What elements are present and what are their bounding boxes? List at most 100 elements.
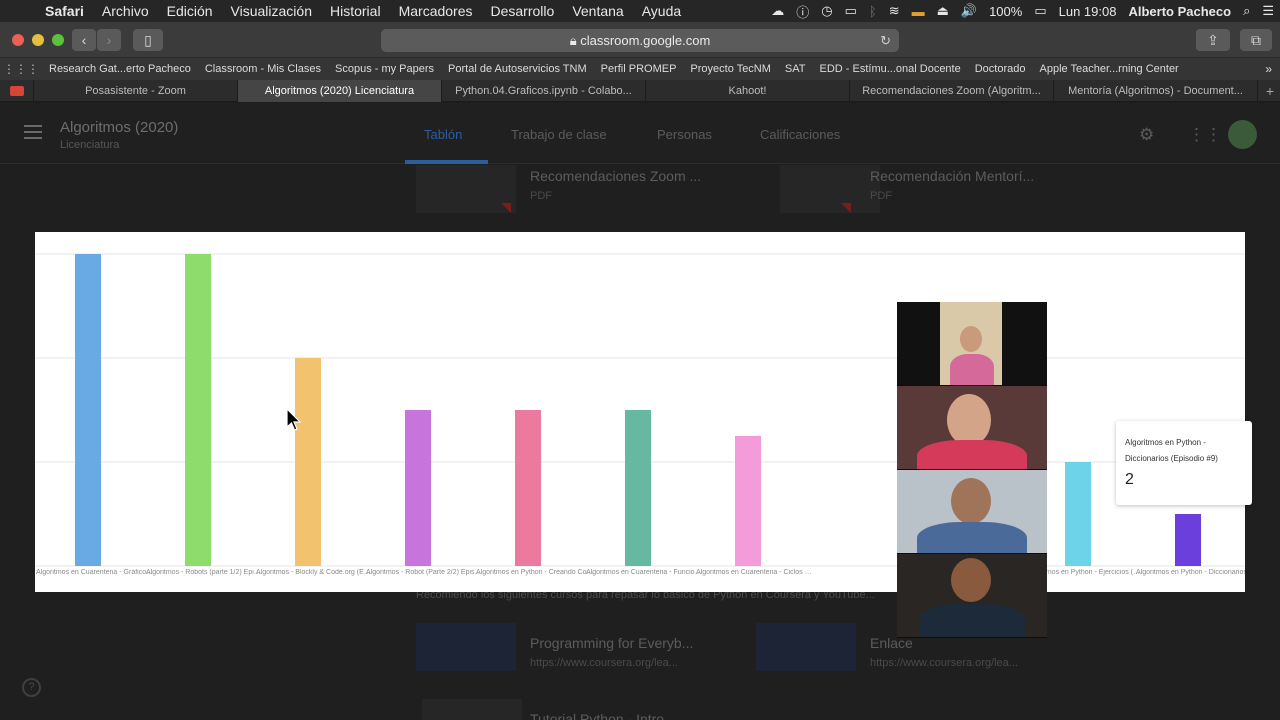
attachment-type: PDF [530, 190, 552, 202]
attachment-title[interactable]: Tutorial Python - Intro... [530, 711, 676, 720]
video-tile[interactable] [897, 302, 1047, 385]
chevron-right-icon: › [106, 32, 112, 48]
time-machine-icon[interactable]: ◷ [815, 3, 838, 19]
zoom-window-button[interactable] [52, 34, 64, 46]
menu-ventana[interactable]: Ventana [563, 0, 632, 22]
chart-bar[interactable] [625, 410, 651, 566]
bookmark-item[interactable]: Doctorado [968, 63, 1033, 75]
participant-body [917, 440, 1027, 469]
tab-classroom[interactable]: Algoritmos (2020) Licenciatura [238, 80, 442, 102]
chart-bar[interactable] [1175, 514, 1201, 566]
tab-mentoria[interactable]: Mentoría (Algoritmos) - Document... [1054, 80, 1258, 102]
chart-category-label: Algoritmos - Robot (Parte 2/2) Episodio … [366, 569, 484, 576]
back-button[interactable]: ‹ [72, 29, 96, 51]
battery-icon[interactable]: ▭ [1028, 3, 1052, 19]
zoom-video-panel[interactable] [897, 302, 1047, 638]
accessibility-icon[interactable]: ⓘ [790, 2, 815, 21]
volume-icon[interactable]: 🔊 [955, 3, 983, 19]
nav-calificaciones[interactable]: Calificaciones [760, 127, 840, 142]
chart-bar[interactable] [1065, 462, 1091, 566]
sidebar-icon: ▯ [144, 32, 152, 48]
menu-edicion[interactable]: Edición [158, 0, 222, 22]
tab-overview-button[interactable]: ⧉ [1240, 29, 1272, 51]
video-tile[interactable] [897, 554, 1047, 637]
attachment-title[interactable]: Recomendación Mentorí... [870, 168, 1034, 184]
attachment-title[interactable]: Recomendaciones Zoom ... [530, 168, 701, 184]
favorites-grid-icon[interactable]: ⋮⋮⋮ [0, 62, 42, 76]
chart-bar[interactable] [185, 254, 211, 566]
bookmark-item[interactable]: Perfil PROMEP [594, 63, 684, 75]
creative-cloud-icon[interactable]: ☁ [765, 3, 790, 19]
tab-gmail-pinned[interactable] [0, 80, 34, 102]
menu-app-name[interactable]: Safari [36, 0, 93, 22]
notification-center-icon[interactable]: ☰ [1256, 3, 1280, 19]
menu-ayuda[interactable]: Ayuda [633, 0, 690, 22]
bar-chart: Algoritmos en Cuarentena - Gráficos co..… [35, 232, 1245, 592]
main-menu-icon[interactable] [24, 125, 42, 139]
participant-face [951, 478, 991, 524]
attachment-title[interactable]: Programming for Everyb... [530, 635, 693, 651]
chart-bar[interactable] [515, 410, 541, 566]
tab-bar: Posasistente - Zoom Algoritmos (2020) Li… [0, 80, 1280, 102]
bookmark-item[interactable]: Research Gat...erto Pacheco [42, 63, 198, 75]
tab-kahoot[interactable]: Kahoot! [646, 80, 850, 102]
tab-zoom[interactable]: Posasistente - Zoom [34, 80, 238, 102]
video-tile[interactable] [897, 470, 1047, 553]
bookmark-item[interactable]: Classroom - Mis Clases [198, 63, 328, 75]
classroom-header: Algoritmos (2020) Licenciatura Tablón Tr… [0, 103, 1280, 164]
chart-bar[interactable] [405, 410, 431, 566]
chart-category-label: Algoritmos en Python - Diccionarios (E..… [1136, 569, 1245, 576]
bar-chart-svg [35, 253, 1245, 567]
attachment-url[interactable]: https://www.coursera.org/lea... [870, 657, 1018, 669]
bookmark-item[interactable]: Proyecto TecNM [683, 63, 778, 75]
menu-historial[interactable]: Historial [321, 0, 390, 22]
account-avatar[interactable] [1228, 120, 1257, 149]
airplay-icon[interactable]: ▭ [839, 3, 863, 19]
attachment-thumbnail[interactable] [422, 699, 522, 720]
chart-category-label: Algoritmos en Cuarentena - Gráficos co..… [36, 569, 154, 576]
chart-bar[interactable] [295, 358, 321, 566]
more-bookmarks-icon[interactable]: » [1265, 62, 1272, 76]
share-button[interactable]: ⇪ [1196, 29, 1230, 51]
menu-clock[interactable]: Lun 19:08 [1053, 4, 1123, 19]
sidebar-button[interactable]: ▯ [133, 29, 163, 51]
menu-desarrollo[interactable]: Desarrollo [482, 0, 564, 22]
minimize-window-button[interactable] [32, 34, 44, 46]
forward-button[interactable]: › [97, 29, 121, 51]
chart-bar[interactable] [75, 254, 101, 566]
chart-bar[interactable] [735, 436, 761, 566]
video-tile[interactable] [897, 386, 1047, 469]
menu-archivo[interactable]: Archivo [93, 0, 158, 22]
attachment-thumbnail[interactable] [756, 623, 856, 671]
active-nav-indicator [405, 160, 488, 164]
spotlight-search-icon[interactable]: ⌕ [1237, 3, 1256, 19]
new-tab-icon[interactable]: + [1266, 80, 1274, 102]
nav-trabajo-de-clase[interactable]: Trabajo de clase [511, 127, 607, 142]
reload-icon[interactable]: ↻ [880, 29, 891, 52]
nav-personas[interactable]: Personas [657, 127, 712, 142]
attachment-thumbnail[interactable] [416, 623, 516, 671]
bookmark-item[interactable]: SAT [778, 63, 813, 75]
input-flag-icon[interactable]: ▬ [906, 4, 931, 19]
wifi-icon[interactable]: ≋ [883, 3, 906, 19]
tab-colab[interactable]: Python.04.Graficos.ipynb - Colabo... [442, 80, 646, 102]
menu-marcadores[interactable]: Marcadores [390, 0, 482, 22]
address-bar[interactable]: 🔒︎ classroom.google.com ↻ [381, 29, 899, 52]
close-window-button[interactable] [12, 34, 24, 46]
attachment-thumbnail[interactable] [780, 165, 880, 213]
bluetooth-icon[interactable]: ᛒ [863, 4, 883, 19]
bookmark-item[interactable]: EDD - Estímu...onal Docente [813, 63, 968, 75]
class-title[interactable]: Algoritmos (2020) [60, 119, 178, 136]
bookmark-item[interactable]: Portal de Autoservicios TNM [441, 63, 594, 75]
bookmark-item[interactable]: Apple Teacher...rning Center [1033, 63, 1186, 75]
attachment-url[interactable]: https://www.coursera.org/lea... [530, 657, 678, 669]
bookmark-item[interactable]: Scopus - my Papers [328, 63, 441, 75]
help-icon[interactable]: ? [22, 678, 41, 697]
menu-visualizacion[interactable]: Visualización [222, 0, 321, 22]
nav-tablon[interactable]: Tablón [424, 127, 462, 142]
settings-gear-icon[interactable]: ⚙ [1139, 125, 1154, 145]
participant-body [950, 354, 994, 385]
tab-recomendaciones[interactable]: Recomendaciones Zoom (Algoritm... [850, 80, 1054, 102]
eject-icon[interactable]: ⏏ [931, 3, 955, 19]
menu-user[interactable]: Alberto Pacheco [1122, 4, 1237, 19]
